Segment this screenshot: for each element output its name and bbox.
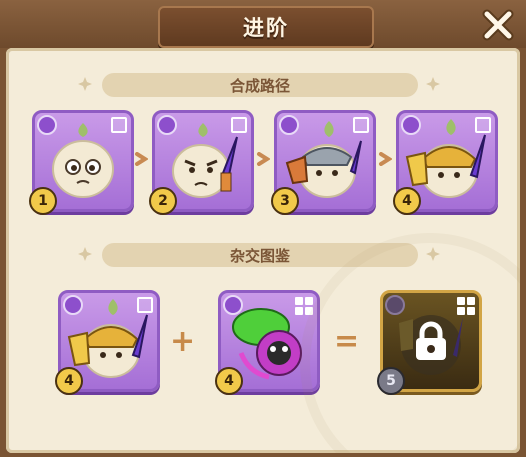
chevron-right-icon bbox=[379, 152, 392, 166]
select-box bbox=[231, 117, 247, 133]
window-title: 进阶 bbox=[243, 16, 289, 40]
hybrid-card-result[interactable]: 5 bbox=[377, 290, 482, 395]
path-card-3[interactable]: 3 bbox=[271, 110, 376, 215]
type-icon bbox=[157, 115, 177, 135]
type-icon bbox=[223, 295, 243, 315]
type-icon bbox=[63, 295, 83, 315]
grid-icon bbox=[295, 297, 313, 315]
level-badge: 2 bbox=[149, 187, 177, 215]
section-header-hybrid: 杂交图鉴 bbox=[102, 243, 418, 267]
sparkle-icon bbox=[426, 247, 440, 261]
grid-icon bbox=[457, 297, 475, 315]
level-badge: 1 bbox=[29, 187, 57, 215]
level-badge: 3 bbox=[271, 187, 299, 215]
level-badge: 4 bbox=[393, 187, 421, 215]
select-box bbox=[111, 117, 127, 133]
close-button[interactable] bbox=[478, 6, 518, 44]
level-badge: 5 bbox=[377, 367, 405, 395]
plus-sign: + bbox=[170, 324, 196, 359]
sparkle-icon bbox=[426, 77, 440, 91]
lock-icon bbox=[416, 321, 446, 360]
select-box bbox=[353, 117, 369, 133]
sparkle-icon bbox=[78, 247, 92, 261]
hybrid-card-left[interactable]: 4 bbox=[55, 290, 160, 395]
type-icon bbox=[401, 115, 421, 135]
select-box bbox=[137, 297, 153, 313]
select-box bbox=[475, 117, 491, 133]
section-title-path: 合成路径 bbox=[229, 76, 290, 95]
path-card-4[interactable]: 4 bbox=[393, 110, 498, 215]
level-badge: 4 bbox=[215, 367, 243, 395]
equals-sign: = bbox=[334, 324, 360, 359]
path-card-1[interactable]: 1 bbox=[29, 110, 134, 215]
close-icon bbox=[482, 9, 514, 41]
type-icon bbox=[385, 295, 405, 315]
section-title-hybrid: 杂交图鉴 bbox=[229, 246, 290, 265]
type-icon bbox=[279, 115, 299, 135]
level-badge: 4 bbox=[55, 367, 83, 395]
locked-plant-icon bbox=[399, 315, 463, 375]
chevron-right-icon bbox=[135, 152, 148, 166]
title-plate: 进阶 bbox=[158, 6, 374, 48]
section-header-path: 合成路径 bbox=[102, 73, 418, 97]
chevron-right-icon bbox=[257, 152, 270, 166]
sparkle-icon bbox=[78, 77, 92, 91]
path-card-2[interactable]: 2 bbox=[149, 110, 254, 215]
type-icon bbox=[37, 115, 57, 135]
content-panel: 合成路径 1 2 3 4 杂交图鉴 4 + 4 = 5 bbox=[6, 48, 520, 453]
hybrid-card-right[interactable]: 4 bbox=[215, 290, 320, 395]
